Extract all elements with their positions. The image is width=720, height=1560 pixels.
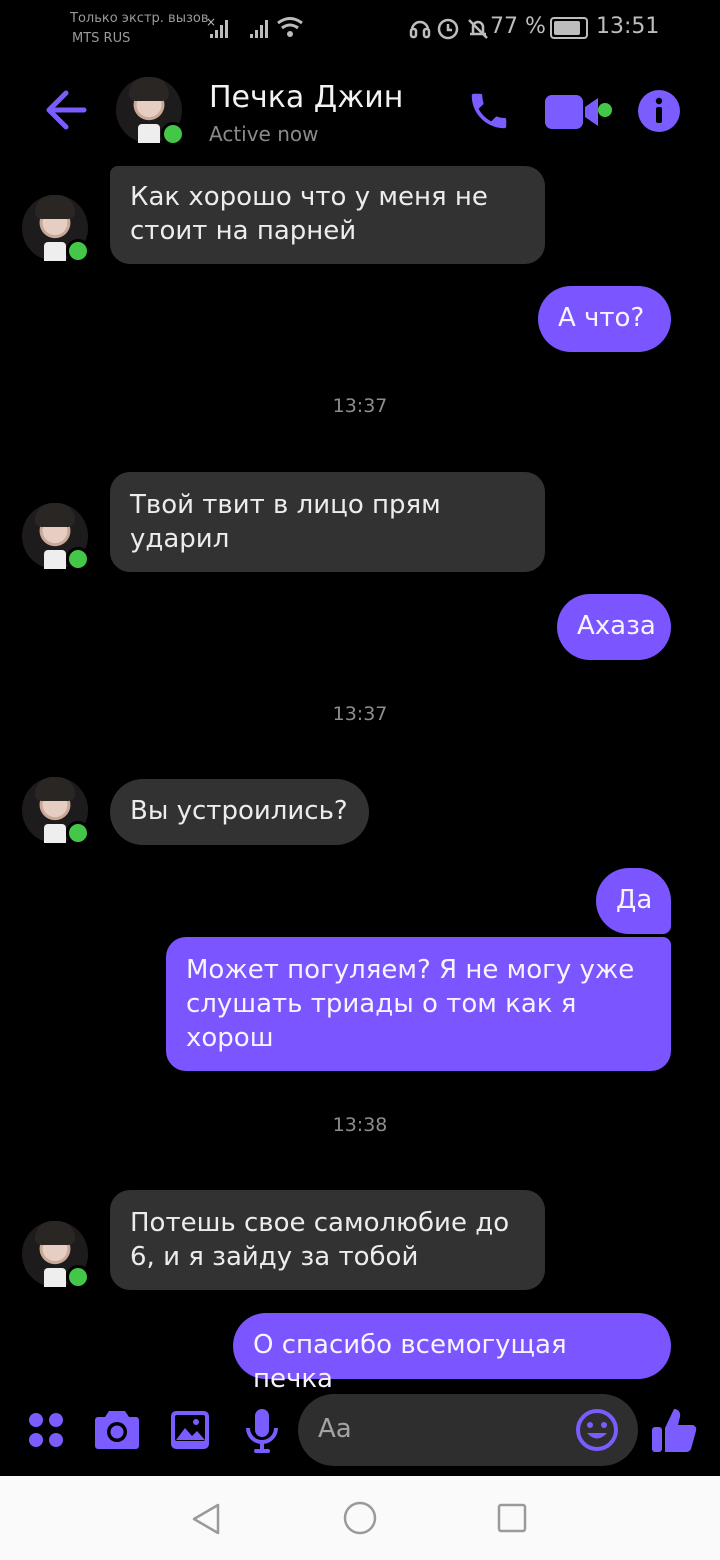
carrier-name: MTS RUS [72, 31, 131, 46]
gallery-icon[interactable] [170, 1410, 210, 1450]
outgoing-message[interactable]: О спасибо всемогущая печка [233, 1313, 671, 1394]
carrier-emergency-text: Только экстр. вызов [70, 11, 209, 26]
contact-name[interactable]: Печка Джин [209, 80, 403, 115]
message-input[interactable]: Aa [298, 1394, 638, 1466]
incoming-message[interactable]: Как хорошо что у меня не стоит на парней [110, 166, 545, 264]
svg-text:×: × [206, 15, 216, 29]
signal-wifi-icons: × [206, 15, 303, 38]
battery-icon [550, 17, 588, 39]
online-indicator [161, 122, 185, 146]
timestamp: 13:37 [332, 395, 388, 417]
timestamp: 13:37 [332, 703, 388, 725]
incoming-message[interactable]: Твой твит в лицо прям ударил [110, 472, 545, 572]
emoji-icon[interactable] [576, 1409, 618, 1451]
nav-recents-icon[interactable] [496, 1502, 528, 1534]
nav-back-icon[interactable] [190, 1502, 222, 1536]
thumbs-up-icon[interactable] [650, 1406, 698, 1454]
outgoing-message[interactable]: Может погуляем? Я не могу уже слушать тр… [166, 937, 671, 1071]
outgoing-message[interactable]: А что? [538, 286, 671, 352]
clock: 13:51 [596, 14, 660, 39]
back-arrow-icon[interactable] [44, 88, 88, 132]
online-indicator [66, 1265, 90, 1289]
camera-icon[interactable] [94, 1408, 140, 1450]
info-icon[interactable] [637, 89, 681, 133]
contact-status: Active now [209, 122, 319, 146]
battery-percent: 77 % [490, 14, 546, 39]
outgoing-message[interactable]: Ахаза [557, 594, 671, 660]
nav-home-icon[interactable] [343, 1501, 377, 1535]
online-indicator [66, 547, 90, 571]
apps-icon[interactable] [28, 1412, 64, 1448]
microphone-icon[interactable] [244, 1408, 280, 1454]
status-icons [409, 18, 488, 40]
incoming-message[interactable]: Вы устроились? [110, 779, 369, 845]
phone-icon[interactable] [466, 88, 512, 134]
incoming-message[interactable]: Потешь свое самолюбие до 6, и я зайду за… [110, 1190, 545, 1290]
outgoing-message[interactable]: Да [596, 868, 671, 934]
input-placeholder: Aa [318, 1414, 352, 1444]
online-indicator [66, 239, 90, 263]
online-indicator [66, 821, 90, 845]
timestamp: 13:38 [332, 1114, 388, 1136]
system-nav-bar [0, 1476, 720, 1560]
video-icon[interactable] [544, 92, 614, 132]
